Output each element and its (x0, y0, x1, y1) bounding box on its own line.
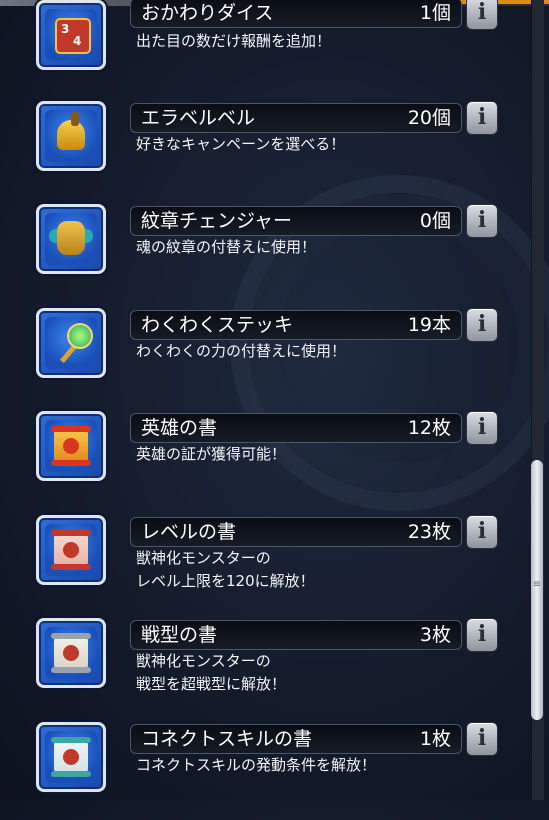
item-name: エラベルベル (141, 107, 256, 129)
item-description: コネクトスキルの発動条件を解放！ (136, 756, 377, 774)
item-name-bar: コネクトスキルの書 1枚 (130, 724, 462, 754)
battle-type-book-icon (45, 627, 97, 679)
level-book-icon (45, 524, 97, 576)
info-button[interactable]: i (466, 411, 498, 445)
info-icon: i (477, 414, 487, 440)
item-icon-frame: 34 (36, 0, 106, 70)
item-name: 英雄の書 (141, 417, 218, 439)
item-description: 好きなキャンペーンを選べる！ (136, 135, 346, 153)
item-description: わくわくの力の付替えに使用！ (136, 342, 347, 360)
list-item[interactable]: 英雄の書 12枚 i 英雄の証が獲得可能！ (0, 405, 520, 509)
item-count: 20個 (407, 107, 451, 129)
item-name: レベルの書 (141, 521, 237, 543)
item-description: 出た目の数だけ報酬を追加！ (136, 32, 332, 50)
info-button[interactable]: i (466, 204, 498, 238)
info-button[interactable]: i (466, 0, 498, 30)
scrollbar-grip-icon: ≡ (532, 579, 542, 590)
list-item[interactable]: レベルの書 23枚 i 獣神化モンスターの レベル上限を120に解放！ (0, 509, 520, 613)
item-name-bar: 英雄の書 12枚 (130, 413, 462, 443)
item-icon-frame (36, 618, 106, 688)
list-item[interactable]: 34 おかわりダイス 1個 i 出た目の数だけ報酬を追加！ (0, 0, 520, 94)
item-name: 紋章チェンジャー (141, 210, 293, 232)
item-count: 12枚 (407, 417, 451, 439)
item-icon-frame (36, 411, 106, 481)
item-name: コネクトスキルの書 (141, 728, 313, 750)
item-list[interactable]: 34 おかわりダイス 1個 i 出た目の数だけ報酬を追加！ エラベルベル 20個… (0, 0, 525, 800)
item-name-bar: レベルの書 23枚 (130, 517, 462, 547)
info-button[interactable]: i (466, 308, 498, 342)
info-icon: i (477, 518, 487, 544)
connect-skill-book-icon (45, 731, 97, 783)
item-count: 23枚 (407, 521, 451, 543)
item-description: 獣神化モンスターの 戦型を超戦型に解放！ (136, 652, 287, 693)
info-icon: i (477, 0, 487, 25)
item-icon-frame (36, 308, 106, 378)
info-icon: i (477, 311, 487, 337)
wand-icon (45, 317, 97, 369)
item-name-bar: おかわりダイス 1個 (130, 0, 462, 28)
item-icon-frame (36, 722, 106, 792)
item-count: 1個 (419, 2, 451, 24)
item-name-bar: エラベルベル 20個 (130, 103, 462, 133)
item-count: 19本 (407, 314, 451, 336)
list-item[interactable]: わくわくステッキ 19本 i わくわくの力の付替えに使用！ (0, 302, 520, 406)
item-name: 戦型の書 (141, 624, 218, 646)
info-button[interactable]: i (466, 722, 498, 756)
list-item[interactable]: エラベルベル 20個 i 好きなキャンペーンを選べる！ (0, 95, 520, 199)
info-button[interactable]: i (466, 101, 498, 135)
bell-icon (45, 110, 97, 162)
item-description: 魂の紋章の付替えに使用！ (136, 238, 317, 256)
list-item[interactable]: 戦型の書 3枚 i 獣神化モンスターの 戦型を超戦型に解放！ (0, 612, 520, 716)
list-item[interactable]: コネクトスキルの書 1枚 i コネクトスキルの発動条件を解放！ (0, 716, 520, 820)
info-button[interactable]: i (466, 515, 498, 549)
item-name: おかわりダイス (141, 2, 274, 24)
item-icon-frame (36, 204, 106, 274)
item-count: 0個 (419, 210, 451, 232)
item-count: 3枚 (419, 624, 451, 646)
list-item[interactable]: 紋章チェンジャー 0個 i 魂の紋章の付替えに使用！ (0, 198, 520, 302)
item-description: 英雄の証が獲得可能！ (136, 445, 287, 463)
info-icon: i (477, 725, 487, 751)
info-button[interactable]: i (466, 618, 498, 652)
info-icon: i (477, 104, 487, 130)
scrollbar-thumb[interactable] (531, 460, 543, 720)
item-name-bar: 戦型の書 3枚 (130, 620, 462, 650)
item-description: 獣神化モンスターの レベル上限を120に解放！ (136, 549, 315, 590)
item-name: わくわくステッキ (141, 314, 294, 336)
item-icon-frame (36, 101, 106, 171)
item-name-bar: 紋章チェンジャー 0個 (130, 206, 462, 236)
item-icon-frame (36, 515, 106, 585)
hero-book-icon (45, 420, 97, 472)
info-icon: i (477, 621, 487, 647)
dice-icon: 34 (45, 9, 97, 61)
item-count: 1枚 (419, 728, 451, 750)
item-name-bar: わくわくステッキ 19本 (130, 310, 462, 340)
info-icon: i (477, 207, 487, 233)
emblem-changer-icon (45, 213, 97, 265)
